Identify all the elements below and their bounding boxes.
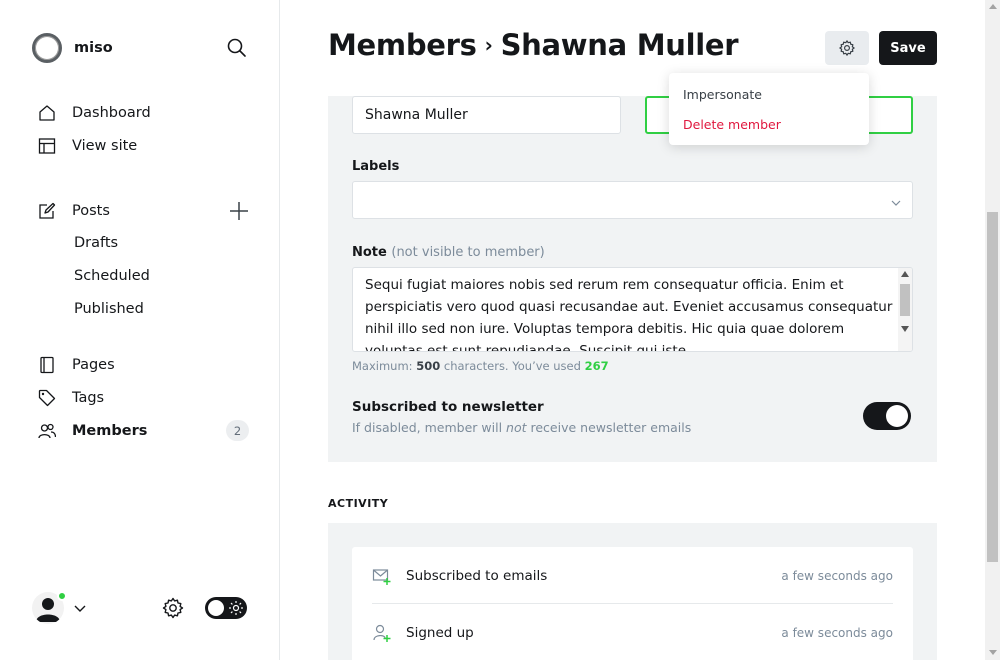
brand-logo (32, 33, 62, 63)
gear-icon[interactable] (161, 596, 185, 620)
members-icon (38, 422, 56, 440)
scroll-thumb[interactable] (987, 212, 998, 562)
email-plus-icon (372, 566, 392, 586)
activity-list: Subscribed to emails a few seconds ago S… (352, 547, 913, 660)
page-scrollbar[interactable] (985, 0, 1000, 660)
note-max-value: 500 (416, 359, 441, 373)
layout-icon (38, 137, 56, 155)
tag-icon (38, 389, 56, 407)
sidebar-item-label: Tags (72, 390, 105, 406)
breadcrumb-separator: › (484, 33, 493, 57)
toggle-knob (208, 600, 224, 616)
note-max-mid: characters. You’ve used (440, 359, 585, 373)
newsletter-toggle[interactable] (863, 402, 911, 430)
sidebar-item-drafts[interactable]: Drafts (74, 235, 118, 251)
newsletter-description: If disabled, member will not receive new… (352, 420, 691, 435)
sidebar-item-label: Posts (72, 203, 110, 219)
sidebar-item-label: View site (72, 138, 138, 154)
scroll-down-arrow[interactable] (901, 326, 909, 332)
member-actions-menu: Impersonate Delete member (669, 73, 869, 145)
note-textarea[interactable]: Sequi fugiat maiores nobis sed rerum rem… (352, 267, 913, 352)
gear-icon (839, 40, 855, 56)
edit-icon (38, 202, 56, 220)
newsletter-desc-b: receive newsletter emails (526, 420, 692, 435)
chevron-down-icon[interactable] (73, 601, 87, 615)
sidebar-item-pages[interactable]: Pages (38, 353, 115, 377)
brand-name: miso (74, 40, 113, 56)
note-text: Sequi fugiat maiores nobis sed rerum rem… (365, 277, 893, 352)
activity-heading: ACTIVITY (328, 497, 389, 510)
name-field[interactable]: Shawna Muller (352, 96, 621, 134)
chevron-down-icon (890, 194, 902, 206)
note-used-value: 267 (584, 359, 609, 373)
scroll-up-arrow[interactable] (901, 271, 909, 277)
save-button[interactable]: Save (879, 31, 937, 65)
note-label-text: Note (352, 245, 387, 260)
sun-icon (228, 600, 244, 616)
sidebar-item-label: Dashboard (72, 105, 151, 121)
activity-section: Subscribed to emails a few seconds ago S… (328, 523, 937, 660)
page-icon (38, 356, 56, 374)
sidebar-item-scheduled[interactable]: Scheduled (74, 268, 150, 284)
sidebar-item-members[interactable]: Members (38, 419, 147, 443)
delete-member-menu-item[interactable]: Delete member (683, 117, 781, 132)
main-content: Members › Shawna Muller Save Shawna Mull… (280, 0, 985, 660)
activity-label: Signed up (406, 624, 474, 641)
note-character-count: Maximum: 500 characters. You’ve used 267 (352, 359, 609, 373)
sidebar-item-dashboard[interactable]: Dashboard (38, 101, 151, 125)
scroll-thumb[interactable] (900, 284, 910, 316)
sidebar-item-label: Members (72, 423, 148, 439)
newsletter-desc-a: If disabled, member will (352, 420, 507, 435)
activity-label: Subscribed to emails (406, 567, 548, 584)
sidebar: miso Dashboard View site Posts Drafts Sc… (0, 0, 280, 660)
sidebar-item-published[interactable]: Published (74, 301, 144, 317)
user-plus-icon (372, 623, 392, 643)
members-count-badge: 2 (226, 420, 249, 441)
sidebar-item-view-site[interactable]: View site (38, 134, 137, 158)
search-icon[interactable] (226, 37, 248, 59)
member-details-card: Shawna Muller Labels Note (not visible t… (328, 96, 937, 462)
note-scrollbar[interactable] (898, 268, 912, 351)
sidebar-item-tags[interactable]: Tags (38, 386, 104, 410)
sidebar-item-posts[interactable]: Posts (38, 199, 110, 223)
activity-time: a few seconds ago (781, 568, 893, 583)
note-max-prefix: Maximum: (352, 359, 417, 373)
note-label: Note (not visible to member) (352, 245, 545, 260)
activity-time: a few seconds ago (781, 625, 893, 640)
newsletter-title: Subscribed to newsletter (352, 399, 544, 415)
member-actions-button[interactable] (825, 31, 869, 65)
labels-select[interactable] (352, 181, 913, 219)
labels-label: Labels (352, 159, 400, 174)
activity-item: Signed up a few seconds ago (372, 604, 893, 660)
brand[interactable]: miso (32, 33, 113, 63)
member-name-title: Shawna Muller (500, 28, 739, 62)
impersonate-menu-item[interactable]: Impersonate (683, 87, 762, 102)
page-title: Members › Shawna Muller (328, 28, 739, 62)
newsletter-desc-em: not (506, 420, 527, 435)
note-label-hint: (not visible to member) (391, 245, 545, 260)
activity-item: Subscribed to emails a few seconds ago (372, 547, 893, 604)
add-post-icon[interactable] (228, 200, 250, 222)
scroll-up-arrow[interactable] (989, 4, 997, 9)
breadcrumb-members[interactable]: Members (328, 28, 477, 62)
scroll-down-arrow[interactable] (989, 650, 997, 655)
online-status-dot (57, 591, 67, 601)
home-icon (38, 104, 56, 122)
sidebar-item-label: Pages (72, 357, 115, 373)
theme-toggle[interactable] (205, 597, 247, 619)
toggle-knob (886, 405, 908, 427)
